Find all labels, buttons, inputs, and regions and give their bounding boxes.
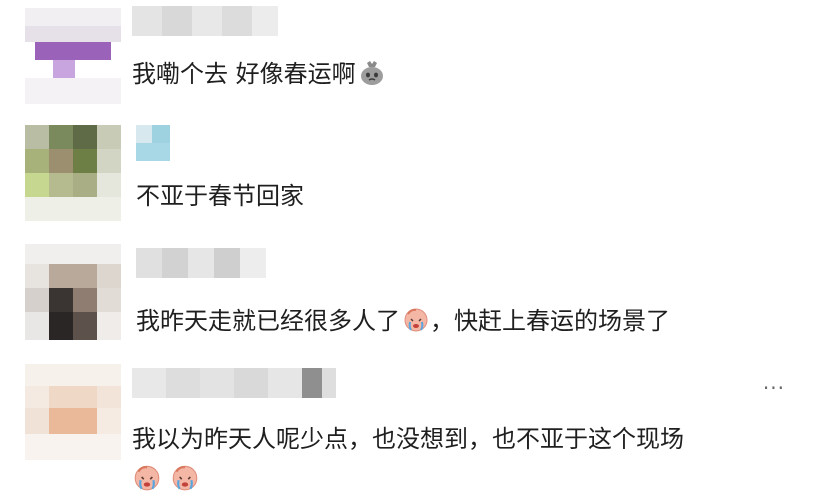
username-blurred[interactable] bbox=[132, 6, 278, 36]
comment-text-content: 我嘞个去 好像春运啊 bbox=[132, 60, 356, 88]
comment-text-before: 我昨天走就已经很多人了 bbox=[136, 307, 400, 335]
comment-text: 我嘞个去 好像春运啊 bbox=[132, 58, 386, 93]
bag-emoji-icon bbox=[358, 58, 386, 93]
crying-face-emoji-icon bbox=[170, 462, 200, 496]
avatar[interactable] bbox=[25, 244, 121, 340]
avatar[interactable] bbox=[25, 364, 121, 460]
comment-text: 我以为昨天人呢少点，也没想到，也不亚于这个现场 bbox=[132, 425, 684, 453]
comment-text: 我昨天走就已经很多人了 ，快赶上春运的场景了 bbox=[136, 305, 670, 340]
username-blurred[interactable] bbox=[132, 368, 336, 398]
emoji-row bbox=[132, 462, 200, 496]
avatar[interactable] bbox=[25, 8, 121, 104]
username-blurred[interactable] bbox=[136, 248, 266, 278]
avatar[interactable] bbox=[25, 125, 121, 221]
more-options-button[interactable]: ··· bbox=[763, 376, 785, 400]
crying-face-emoji-icon bbox=[132, 462, 162, 496]
crying-face-emoji-icon bbox=[402, 305, 430, 340]
username-blurred[interactable] bbox=[136, 125, 170, 161]
comment-text-after: ，快赶上春运的场景了 bbox=[430, 307, 670, 335]
comment-text: 不亚于春节回家 bbox=[136, 182, 304, 210]
